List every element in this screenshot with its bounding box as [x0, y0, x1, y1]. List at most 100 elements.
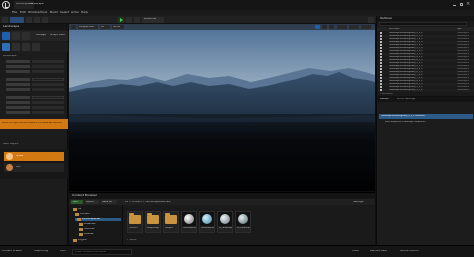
- noise-tool-button[interactable]: [32, 43, 40, 51]
- source-control-button[interactable]: Source Control: [400, 249, 430, 255]
- menu-build[interactable]: Build: [50, 11, 58, 15]
- scale-icon[interactable]: [329, 25, 334, 29]
- outliner-search[interactable]: [379, 22, 467, 26]
- details-tab[interactable]: Details: [380, 98, 394, 101]
- smooth-tool-button[interactable]: [12, 43, 20, 51]
- visibility-eye-icon[interactable]: [380, 38, 382, 40]
- flatten-tool-button[interactable]: [22, 43, 30, 51]
- visibility-eye-icon[interactable]: [380, 41, 382, 43]
- asset-tile[interactable]: M_Landscape_Auto: [217, 211, 233, 233]
- asset-tile[interactable]: LandscapeMaterial_Inst: [199, 211, 215, 233]
- console-input[interactable]: Enter Console Command: [72, 249, 132, 255]
- visibility-eye-icon[interactable]: [380, 59, 382, 61]
- outliner-row[interactable]: LandscapeStreamingProxy_9_1_0 LandscapeS: [377, 89, 474, 92]
- layer-item[interactable]: Dirt: [4, 163, 64, 172]
- mode-paint-button[interactable]: [22, 32, 30, 40]
- visibility-eye-icon[interactable]: [380, 71, 382, 73]
- save-all-button[interactable]: Save All: [101, 200, 117, 204]
- visibility-eye-icon[interactable]: [380, 44, 382, 46]
- paint-tool-button[interactable]: [2, 43, 10, 51]
- menu-window[interactable]: Window: [28, 11, 40, 15]
- translate-icon[interactable]: [315, 25, 320, 29]
- grid-snap-button[interactable]: [337, 25, 347, 29]
- menu-tools[interactable]: Tools: [40, 11, 47, 15]
- add-actor-button[interactable]: [26, 17, 32, 23]
- asset-tile[interactable]: MI_Landscape_Grass: [235, 211, 251, 233]
- derived-data-button[interactable]: Derived Data: [370, 249, 396, 255]
- import-button[interactable]: Import: [85, 200, 99, 204]
- show-button[interactable]: Show: [112, 25, 124, 29]
- visibility-eye-icon[interactable]: [380, 80, 382, 82]
- mode-manage-button[interactable]: [2, 32, 10, 40]
- lit-button[interactable]: Lit: [100, 25, 110, 29]
- camera-speed-button[interactable]: [361, 25, 371, 29]
- asset-tile[interactable]: Textures: [127, 211, 143, 233]
- close-icon[interactable]: ×: [466, 2, 471, 7]
- content-drawer-button[interactable]: Content Drawer: [2, 249, 30, 255]
- prop-row[interactable]: [2, 60, 66, 64]
- maximize-icon[interactable]: [459, 2, 464, 7]
- level-viewport[interactable]: Perspective Lit Show: [69, 24, 375, 191]
- landscape-tab[interactable]: Landscape: [30, 2, 48, 8]
- col-type[interactable]: Type: [457, 28, 473, 30]
- platforms-button[interactable]: Platforms: [142, 17, 164, 23]
- visibility-eye-icon[interactable]: [380, 47, 382, 49]
- stop-button[interactable]: [134, 17, 140, 23]
- visibility-eye-icon[interactable]: [380, 77, 382, 79]
- visibility-eye-icon[interactable]: [380, 89, 382, 91]
- play-button[interactable]: [118, 17, 124, 23]
- settings-button[interactable]: Settings: [353, 200, 371, 204]
- mode-sculpt-button[interactable]: [12, 32, 20, 40]
- visibility-eye-icon[interactable]: [380, 83, 382, 85]
- visibility-eye-icon[interactable]: [380, 56, 382, 58]
- asset-tile[interactable]: Heightmaps: [145, 211, 161, 233]
- tree-item[interactable]: LandscapeMat: [75, 218, 121, 221]
- output-log-button[interactable]: Output Log: [34, 249, 56, 255]
- visibility-eye-icon[interactable]: [380, 86, 382, 88]
- menu-select[interactable]: Select: [60, 11, 69, 15]
- perspective-button[interactable]: Perspective: [78, 25, 98, 29]
- prop-row[interactable]: [2, 106, 66, 110]
- prop-row[interactable]: [2, 65, 66, 69]
- visibility-eye-icon[interactable]: [380, 65, 382, 67]
- prop-row[interactable]: [2, 101, 66, 105]
- menu-file[interactable]: File: [12, 11, 17, 15]
- cmd-button[interactable]: Cmd: [60, 249, 70, 255]
- breadcrumb[interactable]: All > Content > LandscapeMaterials: [125, 201, 245, 204]
- menu-edit[interactable]: Edit: [20, 11, 26, 15]
- layer-item[interactable]: Grass: [4, 152, 64, 161]
- visibility-eye-icon[interactable]: [380, 53, 382, 55]
- cinematics-button[interactable]: [42, 17, 48, 23]
- prop-row[interactable]: [2, 78, 66, 82]
- visibility-eye-icon[interactable]: [380, 74, 382, 76]
- menu-help[interactable]: Help: [81, 11, 88, 15]
- save-icon[interactable]: [2, 17, 8, 23]
- col-item-label[interactable]: Item Label: [389, 28, 419, 30]
- visibility-eye-icon[interactable]: [380, 50, 382, 52]
- add-button[interactable]: Add: [71, 200, 83, 204]
- asset-tile[interactable]: Weights: [163, 211, 179, 233]
- prop-row[interactable]: [2, 96, 66, 100]
- visibility-eye-icon[interactable]: [380, 68, 382, 70]
- menu-actor[interactable]: Actor: [71, 11, 79, 15]
- prop-row[interactable]: [2, 83, 66, 87]
- component-row[interactable]: RootComponent (LandscapeComponent): [379, 120, 473, 124]
- visibility-eye-icon[interactable]: [380, 62, 382, 64]
- blueprint-button[interactable]: [34, 17, 40, 23]
- play-options-button[interactable]: [126, 17, 132, 23]
- trace-button[interactable]: Trace: [352, 249, 366, 255]
- visibility-eye-icon[interactable]: [380, 35, 382, 37]
- visibility-eye-icon[interactable]: [380, 32, 382, 34]
- landscape-panel-tab[interactable]: Landscape: [0, 24, 68, 30]
- unreal-logo-icon[interactable]: [2, 1, 10, 9]
- minimize-icon[interactable]: [452, 2, 457, 7]
- prop-row[interactable]: [2, 111, 66, 115]
- mode-select-button[interactable]: [10, 17, 24, 23]
- settings-icon[interactable]: [368, 17, 374, 23]
- world-settings-tab[interactable]: World Settings: [397, 98, 421, 101]
- viewport-menu-icon[interactable]: [71, 25, 76, 29]
- prop-row[interactable]: [2, 88, 66, 92]
- rotate-icon[interactable]: [322, 25, 327, 29]
- prop-row[interactable]: [2, 70, 66, 74]
- selected-actor-row[interactable]: LandscapeStreamingProxy_0_0_0 (Instance): [379, 114, 473, 119]
